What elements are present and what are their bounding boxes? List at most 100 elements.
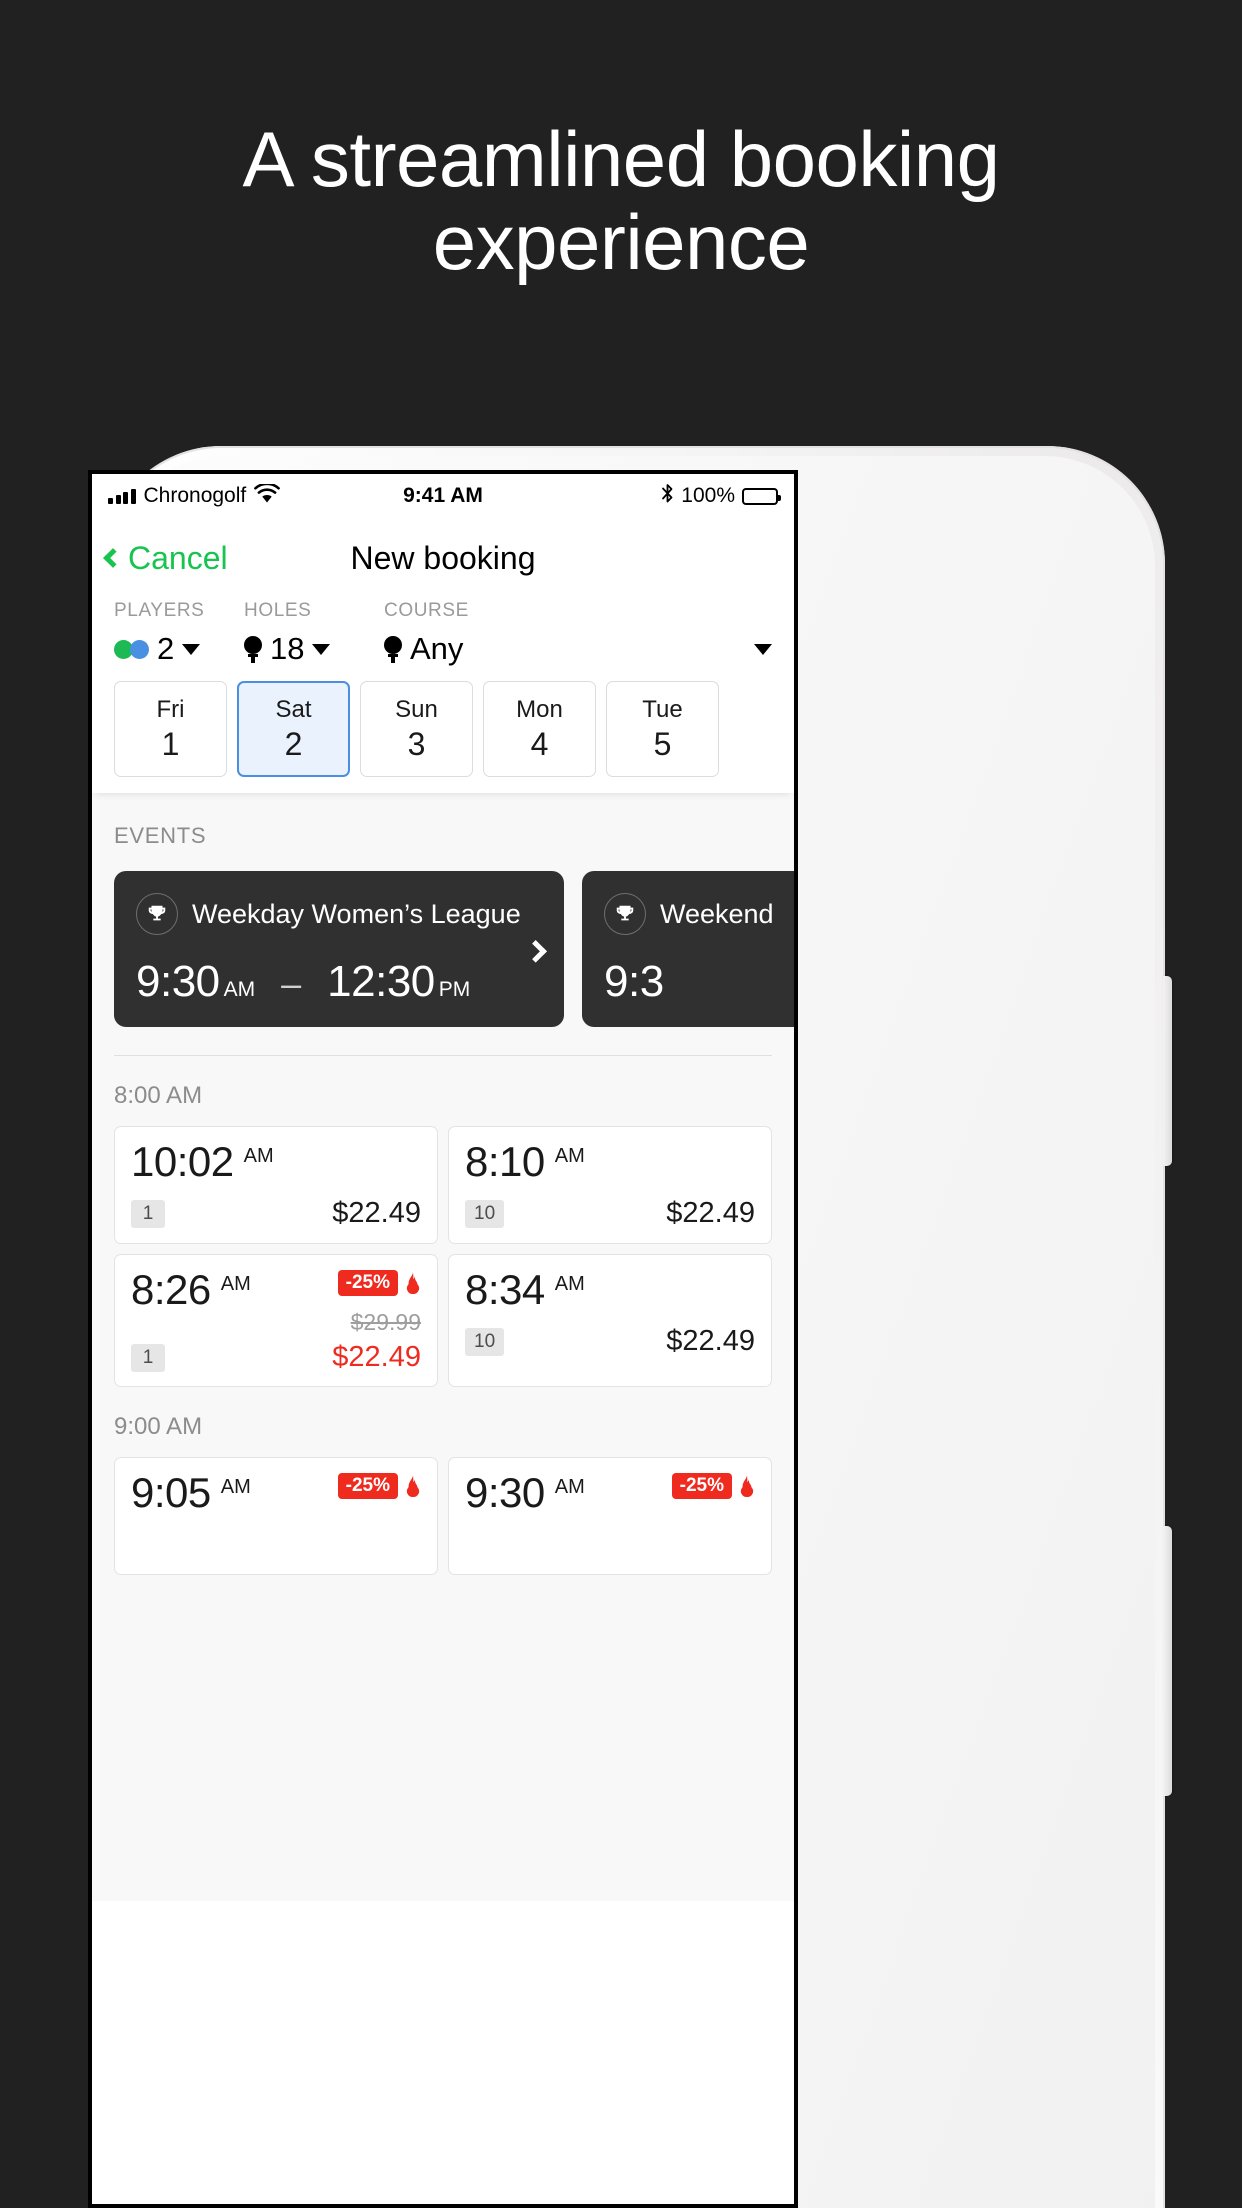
date-cell-fri[interactable]: Fri 1 [114, 681, 227, 777]
discount-badge: -25% [337, 1473, 398, 1499]
cancel-button[interactable]: Cancel [103, 540, 228, 577]
date-num: 5 [653, 725, 672, 762]
date-dow: Tue [642, 695, 683, 723]
filter-holes[interactable]: HOLES 18 [244, 600, 384, 667]
event-title: Weekday Women’s League [192, 898, 521, 929]
slot-footer: 10 $22.49 [465, 1197, 755, 1230]
slot-header: 10:02 AM [131, 1141, 421, 1183]
events-section-label: EVENTS [114, 823, 207, 848]
slot-ampm: AM [554, 1145, 585, 1167]
trophy-icon [604, 893, 646, 935]
event-start-time: 9:3 [604, 957, 664, 1006]
slot-capacity-badge: 1 [131, 1343, 165, 1372]
filter-course-value-row: Any [384, 631, 772, 667]
slot-ampm: AM [554, 1476, 585, 1498]
date-cell-tue[interactable]: Tue 5 [606, 681, 719, 777]
slot-price: $22.49 [332, 1197, 421, 1229]
slot-original-price: $29.99 [350, 1309, 421, 1335]
slot-promo: -25% [337, 1270, 421, 1296]
event-start-ampm: AM [223, 978, 256, 1001]
event-card[interactable]: Weekday Women’s League 9:30 AM – 12:30 P… [114, 871, 564, 1027]
events-carousel[interactable]: Weekday Women’s League 9:30 AM – 12:30 P… [92, 849, 794, 1027]
filter-players[interactable]: PLAYERS 2 [114, 600, 244, 667]
chevron-left-icon [103, 548, 123, 568]
filter-players-value-row: 2 [114, 631, 244, 667]
wifi-icon [254, 482, 281, 509]
discount-badge: -25% [671, 1473, 732, 1499]
event-start-time: 9:30 [136, 957, 220, 1006]
slot-price: $22.49 [332, 1341, 421, 1373]
event-time-range: 9:30 AM – 12:30 PM [136, 957, 542, 1007]
slot-time: 9:05 [131, 1469, 211, 1516]
poster-headline: A streamlined booking experience [242, 115, 1000, 286]
event-card[interactable]: Weekend 9:3 [582, 871, 794, 1027]
tee-time-slot[interactable]: 8:34 AM 10 $22.49 [448, 1254, 772, 1387]
date-dow: Sun [395, 695, 438, 723]
carrier-name: Chronogolf [143, 484, 247, 507]
bluetooth-icon [661, 483, 674, 510]
slot-time: 10:02 [131, 1138, 234, 1185]
tee-time-slot[interactable]: 8:26 AM -25% $29.99 1 $22.49 [114, 1254, 438, 1387]
flame-icon [739, 1475, 755, 1498]
event-card-header: Weekday Women’s League [136, 893, 542, 935]
slot-ampm: AM [243, 1145, 274, 1167]
filter-holes-label: HOLES [244, 600, 312, 621]
filters-row: PLAYERS 2 HOLES 18 COURSE Any [92, 590, 794, 675]
status-bar-right: 100% [661, 483, 781, 510]
slot-header: 9:05 AM -25% [131, 1472, 421, 1514]
nav-bar: Cancel New booking [92, 526, 794, 590]
event-end-ampm: PM [438, 978, 471, 1001]
battery-percent: 100% [681, 484, 735, 507]
slot-time: 8:26 [131, 1266, 211, 1313]
slot-capacity-badge: 10 [465, 1327, 505, 1356]
screen-bezel: Chronogolf 9:41 AM 100% Cancel New booki… [88, 470, 798, 2208]
time-group-label: 8:00 AM [114, 1082, 203, 1109]
slot-time: 8:34 [465, 1266, 545, 1313]
date-cell-mon[interactable]: Mon 4 [483, 681, 596, 777]
event-title: Weekend [660, 898, 774, 929]
booking-header: Cancel New booking PLAYERS 2 HOLES 18 CO… [92, 518, 794, 793]
date-picker-row[interactable]: Fri 1 Sat 2 Sun 3 Mon 4 Tue 5 [92, 675, 794, 793]
date-dow: Fri [156, 695, 185, 723]
date-num: 4 [530, 725, 549, 762]
date-cell-sat[interactable]: Sat 2 [237, 681, 350, 777]
tee-time-slot[interactable]: 9:30 AM -25% [448, 1457, 772, 1575]
booking-content[interactable]: EVENTS Weekday Women’s League 9:30 AM – … [92, 793, 794, 1901]
tee-time-grid: 10:02 AM 1 $22.49 8:10 AM 10 $22.49 8:26… [92, 1110, 794, 1387]
volume-up-button[interactable] [1163, 976, 1172, 1166]
slot-header: 8:34 AM [465, 1269, 755, 1311]
filter-players-label: PLAYERS [114, 600, 205, 621]
slot-header: 8:26 AM -25% [131, 1269, 421, 1311]
date-num: 1 [161, 725, 180, 762]
filter-course[interactable]: COURSE Any [384, 600, 772, 667]
slot-price: $22.49 [666, 1325, 755, 1357]
date-cell-sun[interactable]: Sun 3 [360, 681, 473, 777]
event-end-time: 12:30 [327, 957, 435, 1006]
tee-time-slot[interactable]: 10:02 AM 1 $22.49 [114, 1126, 438, 1244]
filter-holes-value-row: 18 [244, 631, 384, 667]
tee-time-slot[interactable]: 9:05 AM -25% [114, 1457, 438, 1575]
slot-footer: 1 $22.49 [131, 1197, 421, 1230]
slot-ampm: AM [220, 1273, 251, 1295]
flame-icon [405, 1272, 421, 1295]
slot-ampm: AM [554, 1273, 585, 1295]
event-time-dash: – [281, 963, 302, 1004]
slot-capacity-badge: 1 [131, 1199, 165, 1228]
slot-time: 8:10 [465, 1138, 545, 1185]
slot-time: 9:30 [465, 1469, 545, 1516]
signal-bars-icon [108, 488, 136, 504]
slot-footer: 1 $22.49 [131, 1341, 421, 1374]
volume-down-button[interactable] [1163, 1526, 1172, 1796]
event-time-range: 9:3 [604, 957, 794, 1007]
slot-price: $22.49 [666, 1197, 755, 1229]
filter-players-value: 2 [157, 631, 175, 666]
phone-screen: Chronogolf 9:41 AM 100% Cancel New booki… [92, 474, 794, 2204]
event-card-header: Weekend [604, 893, 794, 935]
flame-icon [405, 1475, 421, 1498]
golf-ball-tee-icon [384, 635, 402, 663]
tee-time-slot[interactable]: 8:10 AM 10 $22.49 [448, 1126, 772, 1244]
date-num: 3 [407, 725, 426, 762]
filter-holes-value: 18 [270, 631, 305, 666]
status-bar-left: Chronogolf [108, 482, 281, 509]
discount-badge: -25% [337, 1270, 398, 1296]
